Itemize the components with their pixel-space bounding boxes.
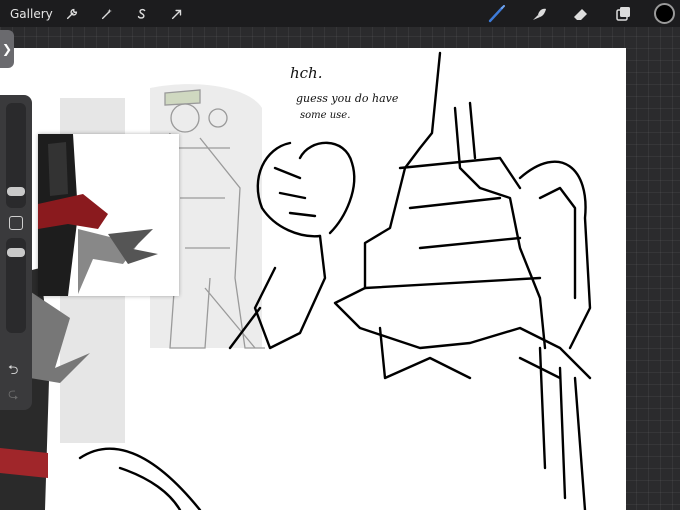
brush-size-slider[interactable] <box>6 103 26 208</box>
brush-size-knob[interactable] <box>7 187 25 196</box>
chevron-right-icon[interactable]: ❯ <box>0 30 14 68</box>
reference-panel[interactable] <box>38 134 179 296</box>
brush-icon[interactable] <box>486 3 508 25</box>
undo-icon[interactable]: ⮌ <box>8 361 18 383</box>
left-sidebar: ⮌ ⮎ <box>0 95 32 410</box>
reference-image <box>38 134 158 296</box>
eraser-icon[interactable] <box>570 3 592 25</box>
opacity-knob[interactable] <box>7 248 25 257</box>
redo-icon[interactable]: ⮎ <box>8 385 18 407</box>
wrench-icon[interactable] <box>61 3 83 25</box>
canvas-note-line3: some use. <box>300 110 351 121</box>
layers-icon[interactable] <box>612 3 634 25</box>
smudge-icon[interactable] <box>528 3 550 25</box>
canvas-note-line1: hch. <box>290 64 323 82</box>
top-toolbar: Gallery <box>0 0 680 27</box>
modify-button[interactable] <box>9 216 23 230</box>
opacity-slider[interactable] <box>6 238 26 333</box>
selection-s-icon[interactable] <box>131 3 153 25</box>
gallery-button[interactable]: Gallery <box>10 7 53 21</box>
transform-arrow-icon[interactable] <box>166 3 188 25</box>
color-picker-button[interactable] <box>654 3 675 24</box>
magic-wand-icon[interactable] <box>96 3 118 25</box>
canvas-note-line2: guess you do have <box>296 92 399 105</box>
